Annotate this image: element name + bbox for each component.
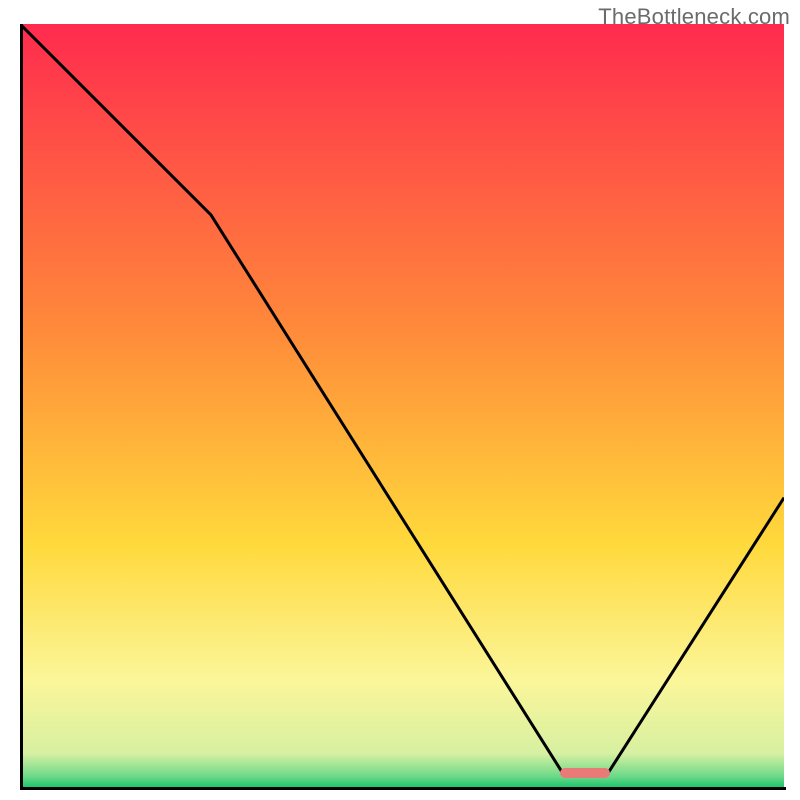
bottleneck-curve [20,24,784,773]
bottleneck-chart: TheBottleneck.com [0,0,800,800]
watermark-text: TheBottleneck.com [598,4,790,30]
plot-line-svg [20,24,784,788]
plot-area [20,24,784,788]
x-axis-line [20,787,786,790]
optimal-range-marker [560,768,610,778]
y-axis-line [20,24,23,790]
